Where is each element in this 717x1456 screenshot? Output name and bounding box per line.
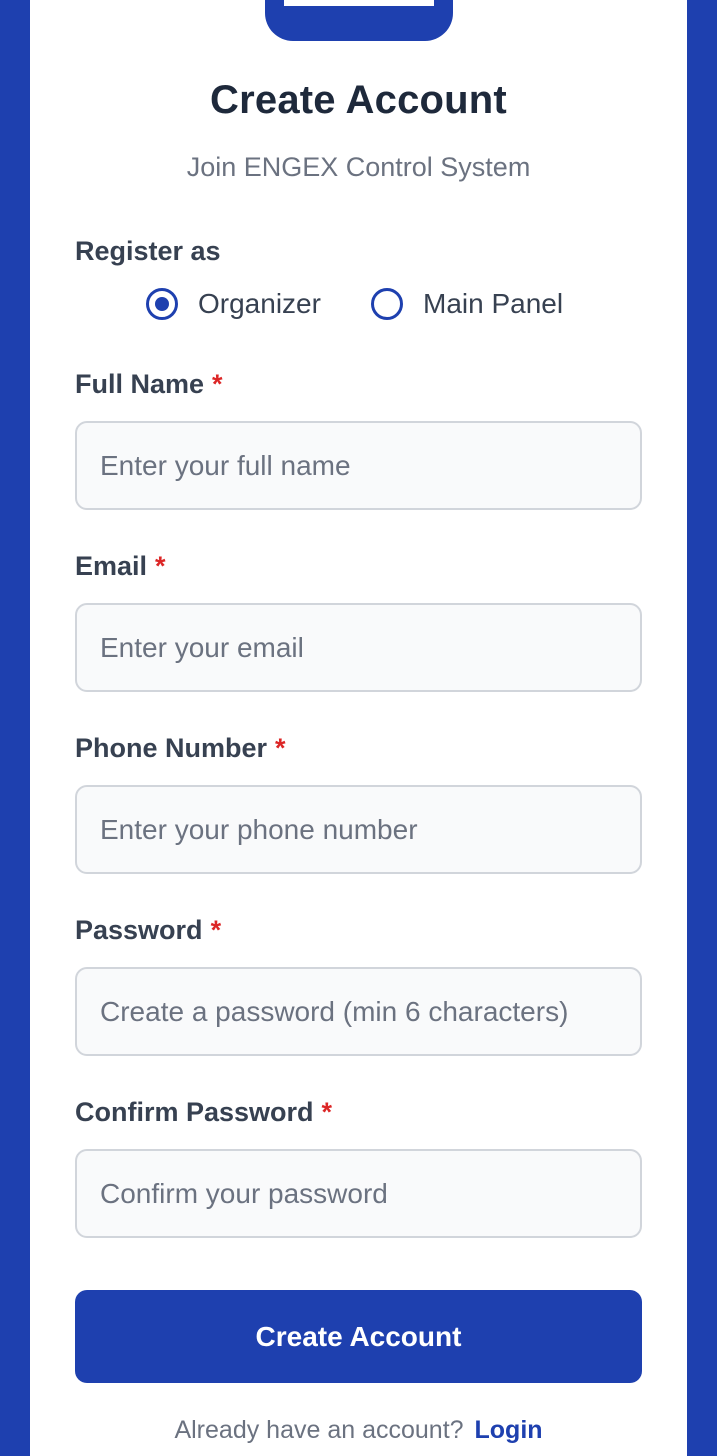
radio-main-panel[interactable]: Main Panel — [371, 288, 563, 320]
email-input[interactable] — [75, 603, 642, 692]
radio-unchecked-icon[interactable] — [371, 288, 403, 320]
radio-checked-icon[interactable] — [146, 288, 178, 320]
login-link[interactable]: Login — [475, 1416, 543, 1444]
phone-label: Phone Number * — [75, 733, 286, 764]
full-name-label-text: Full Name — [75, 369, 205, 399]
register-as-label: Register as — [75, 236, 221, 266]
phone-input[interactable] — [75, 785, 642, 874]
radio-main-panel-label: Main Panel — [423, 288, 564, 319]
password-input[interactable] — [75, 967, 642, 1056]
confirm-password-input[interactable] — [75, 1149, 642, 1238]
required-marker: * — [321, 1097, 333, 1127]
login-prompt: Already have an account? Login — [30, 1416, 687, 1445]
page-subtitle: Join ENGEX Control System — [186, 152, 531, 182]
confirm-password-label: Confirm Password * — [75, 1097, 332, 1128]
radio-organizer[interactable]: Organizer — [146, 288, 321, 320]
logo-badge — [265, 0, 453, 41]
logo-image — [284, 0, 434, 6]
page-title: Create Account — [210, 78, 507, 122]
full-name-label: Full Name * — [75, 369, 223, 400]
required-marker: * — [210, 915, 222, 945]
radio-organizer-label: Organizer — [198, 288, 321, 319]
required-marker: * — [275, 733, 286, 763]
email-label: Email * — [75, 551, 166, 582]
login-prompt-text: Already have an account? — [174, 1416, 464, 1444]
phone-label-text: Phone Number — [75, 733, 268, 763]
required-marker: * — [212, 369, 223, 399]
register-as-radio-group: Organizer Main Panel — [30, 288, 687, 330]
password-label: Password * — [75, 915, 221, 946]
required-marker: * — [155, 551, 166, 581]
confirm-password-label-text: Confirm Password — [75, 1097, 314, 1127]
register-card: Create Account Join ENGEX Control System… — [30, 0, 687, 1456]
email-label-text: Email — [75, 551, 148, 581]
create-account-button[interactable]: Create Account — [75, 1290, 642, 1383]
full-name-input[interactable] — [75, 421, 642, 510]
password-label-text: Password — [75, 915, 203, 945]
